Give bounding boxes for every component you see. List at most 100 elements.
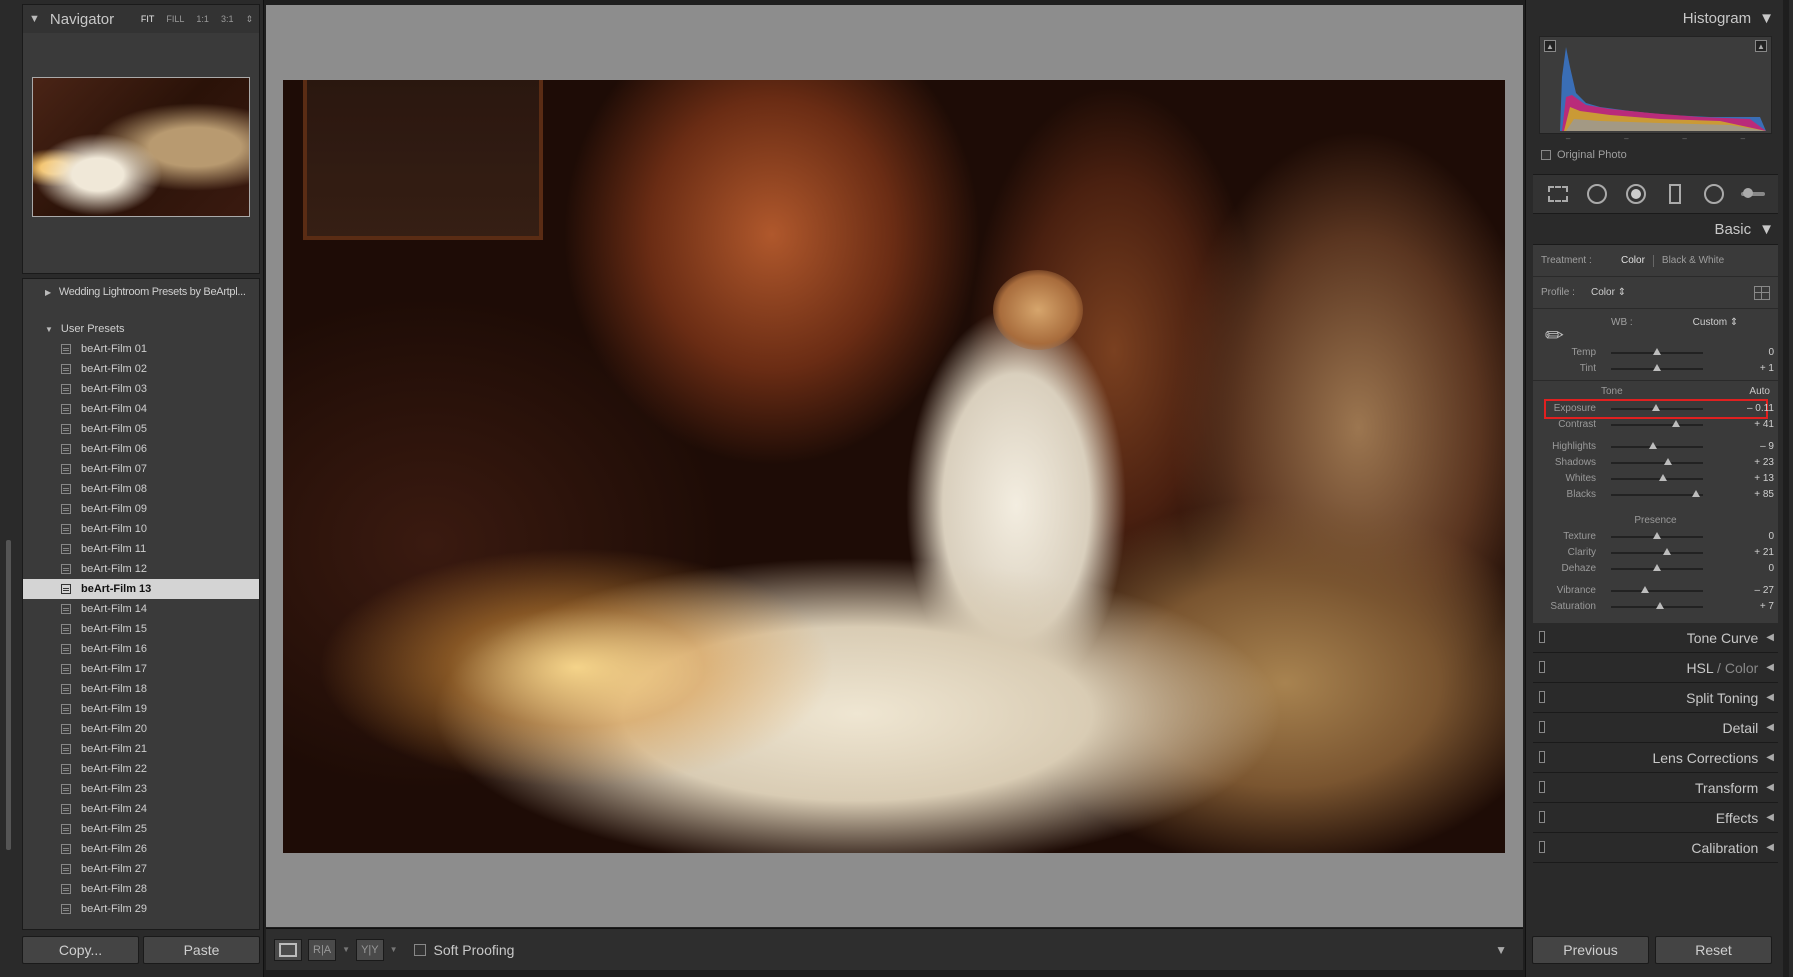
slider-value[interactable]: + 7 [1760, 601, 1774, 612]
preset-item[interactable]: beArt-Film 07 [23, 459, 259, 479]
slider-shadows[interactable]: Shadows + 23 [1533, 455, 1778, 471]
slider-value[interactable]: 0 [1768, 563, 1774, 574]
loupe-view-button[interactable] [274, 938, 302, 961]
slider-track[interactable] [1611, 424, 1703, 426]
preset-item[interactable]: beArt-Film 25 [23, 819, 259, 839]
preset-item[interactable]: beArt-Film 23 [23, 779, 259, 799]
preset-item[interactable]: beArt-Film 24 [23, 799, 259, 819]
panel-split-toning[interactable]: Split Toning ◀ [1533, 683, 1778, 713]
slider-thumb[interactable] [1653, 348, 1661, 355]
preset-item[interactable]: beArt-Film 04 [23, 399, 259, 419]
preset-item[interactable]: beArt-Film 20 [23, 719, 259, 739]
collapse-triangle-icon[interactable]: ▼ [1759, 10, 1774, 27]
slider-temp[interactable]: Temp 0 [1533, 345, 1778, 361]
slider-value[interactable]: + 23 [1754, 457, 1774, 468]
slider-track[interactable] [1611, 462, 1703, 464]
panel-switch-icon[interactable] [1539, 751, 1545, 763]
preset-item[interactable]: beArt-Film 01 [23, 339, 259, 359]
preset-item[interactable]: beArt-Film 27 [23, 859, 259, 879]
profile-select[interactable]: Color ⇕ [1591, 287, 1754, 298]
right-scrollbar[interactable] [1783, 0, 1789, 977]
panel-effects[interactable]: Effects ◀ [1533, 803, 1778, 833]
slider-thumb[interactable] [1658, 474, 1667, 481]
preset-item[interactable]: beArt-Film 21 [23, 739, 259, 759]
slider-value[interactable]: – 0.11 [1747, 403, 1774, 414]
preset-item[interactable]: beArt-Film 09 [23, 499, 259, 519]
slider-vibrance[interactable]: Vibrance – 27 [1533, 583, 1778, 599]
slider-contrast[interactable]: Contrast + 41 [1533, 417, 1778, 433]
soft-proofing-checkbox[interactable] [413, 943, 426, 956]
panel-switch-icon[interactable] [1539, 631, 1545, 643]
collapse-triangle-icon[interactable]: ▼ [1759, 221, 1774, 238]
zoom-stepper-icon[interactable]: ⇕ [245, 14, 253, 25]
panel-switch-icon[interactable] [1539, 661, 1545, 673]
basic-header[interactable]: Basic ▼ [1533, 214, 1778, 244]
slider-clarity[interactable]: Clarity + 21 [1533, 545, 1778, 561]
treatment-bw-option[interactable]: Black & White [1654, 255, 1732, 266]
slider-thumb[interactable] [1671, 420, 1680, 427]
slider-value[interactable]: + 41 [1754, 419, 1774, 430]
photo-preview[interactable] [283, 80, 1505, 853]
slider-blacks[interactable]: Blacks + 85 [1533, 487, 1778, 503]
slider-track[interactable] [1611, 552, 1703, 554]
slider-dehaze[interactable]: Dehaze 0 [1533, 561, 1778, 577]
slider-thumb[interactable] [1653, 364, 1662, 371]
slider-saturation[interactable]: Saturation + 7 [1533, 599, 1778, 615]
before-after-yy-button[interactable]: Y|Y [356, 938, 384, 961]
caret-down-icon[interactable]: ▼ [390, 945, 398, 954]
navigator-thumbnail[interactable] [32, 77, 250, 217]
caret-down-icon[interactable]: ▼ [342, 945, 350, 954]
shadow-clip-icon[interactable]: ▲ [1544, 40, 1556, 52]
slider-track[interactable] [1611, 590, 1703, 592]
navigator-header[interactable]: ▼ Navigator FIT FILL 1:1 3:1 ⇕ [23, 5, 259, 33]
preset-item[interactable]: beArt-Film 28 [23, 879, 259, 899]
slider-value[interactable]: – 9 [1760, 441, 1774, 452]
slider-track[interactable] [1611, 478, 1703, 480]
slider-whites[interactable]: Whites + 13 [1533, 471, 1778, 487]
slider-thumb[interactable] [1652, 404, 1661, 411]
zoom-fit[interactable]: FIT [141, 14, 155, 25]
wb-select[interactable]: Custom ⇕ [1693, 317, 1739, 328]
previous-button[interactable]: Previous [1532, 936, 1649, 964]
hsl-tab[interactable]: HSL [1686, 660, 1713, 676]
zoom-1-1[interactable]: 1:1 [196, 14, 209, 25]
graduated-filter-icon[interactable] [1663, 182, 1687, 206]
slider-thumb[interactable] [1656, 602, 1665, 609]
before-after-lr-button[interactable]: R|A [308, 938, 337, 961]
preset-item[interactable]: beArt-Film 15 [23, 619, 259, 639]
radial-filter-icon[interactable] [1702, 182, 1726, 206]
preset-item[interactable]: beArt-Film 26 [23, 839, 259, 859]
slider-thumb[interactable] [1640, 586, 1649, 593]
panel-calibration[interactable]: Calibration ◀ [1533, 833, 1778, 863]
preset-item[interactable]: beArt-Film 29 [23, 899, 259, 919]
slider-thumb[interactable] [1662, 548, 1671, 555]
preset-item[interactable]: beArt-Film 22 [23, 759, 259, 779]
slider-exposure[interactable]: Exposure – 0.11 [1533, 401, 1778, 417]
preset-item[interactable]: beArt-Film 10 [23, 519, 259, 539]
preset-item[interactable]: beArt-Film 18 [23, 679, 259, 699]
red-eye-icon[interactable] [1624, 182, 1648, 206]
original-photo-checkbox[interactable] [1541, 150, 1551, 160]
slider-track[interactable] [1611, 446, 1703, 448]
preset-item[interactable]: beArt-Film 16 [23, 639, 259, 659]
treatment-color-option[interactable]: Color [1613, 255, 1653, 266]
panel-tone-curve[interactable]: Tone Curve ◀ [1533, 623, 1778, 653]
paste-button[interactable]: Paste [143, 936, 260, 964]
preset-item[interactable]: beArt-Film 19 [23, 699, 259, 719]
highlight-clip-icon[interactable]: ▲ [1755, 40, 1767, 52]
preset-item[interactable]: beArt-Film 11 [23, 539, 259, 559]
panel-switch-icon[interactable] [1539, 841, 1545, 853]
left-scrollbar[interactable] [6, 540, 11, 850]
panel-switch-icon[interactable] [1539, 811, 1545, 823]
collapse-triangle-icon[interactable]: ▼ [29, 13, 40, 25]
slider-value[interactable]: + 1 [1760, 363, 1774, 374]
slider-value[interactable]: + 13 [1754, 473, 1774, 484]
panel-switch-icon[interactable] [1539, 691, 1545, 703]
profile-browser-icon[interactable] [1754, 285, 1770, 300]
slider-thumb[interactable] [1653, 532, 1661, 539]
color-tab[interactable]: Color [1725, 660, 1758, 676]
panel-switch-icon[interactable] [1539, 721, 1545, 733]
crop-tool-icon[interactable] [1546, 182, 1570, 206]
slider-value[interactable]: – 27 [1755, 585, 1774, 596]
preset-item[interactable]: beArt-Film 08 [23, 479, 259, 499]
